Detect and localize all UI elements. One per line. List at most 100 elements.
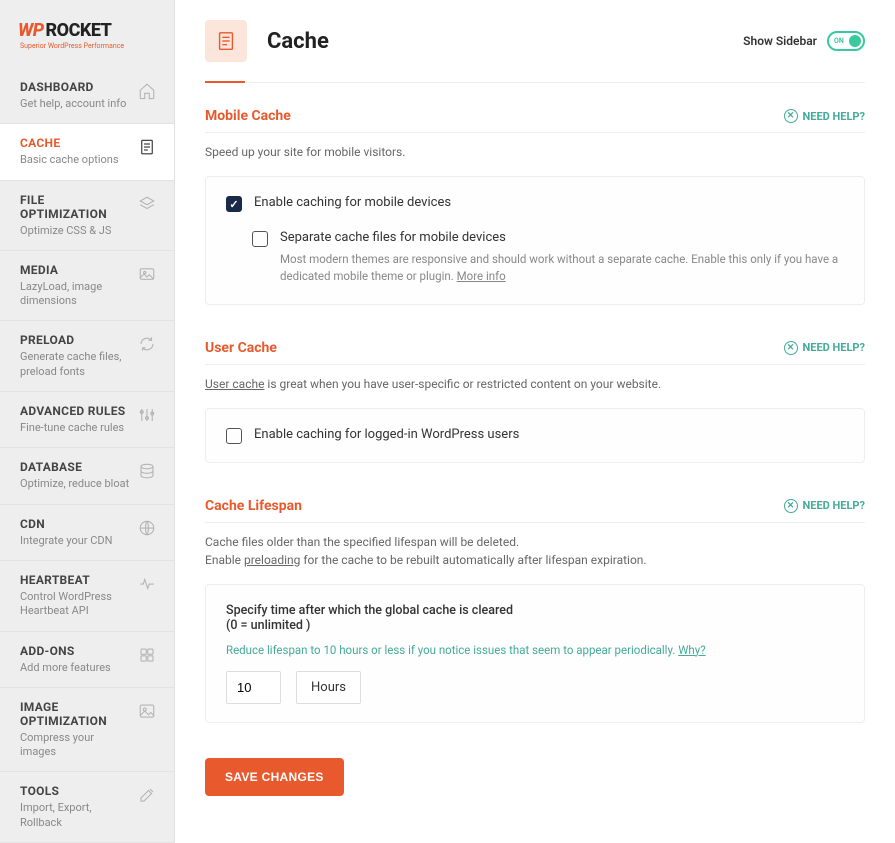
mobile-panel: Enable caching for mobile devices Separa… xyxy=(205,176,865,305)
mobile-cache-label[interactable]: Enable caching for mobile devices xyxy=(254,195,844,210)
nav-title: CDN xyxy=(20,517,132,531)
refresh-icon xyxy=(138,335,156,353)
nav-item-image-optimization[interactable]: IMAGE OPTIMIZATION Compress your images xyxy=(0,688,174,773)
save-changes-button[interactable]: SAVE CHANGES xyxy=(205,758,344,796)
section-mobile-cache: Mobile Cache ✕ NEED HELP? Speed up your … xyxy=(205,108,865,305)
more-info-link[interactable]: More info xyxy=(457,269,506,283)
home-icon xyxy=(138,82,156,100)
user-desc: User cache is great when you have user-s… xyxy=(205,375,865,393)
database-icon xyxy=(138,462,156,480)
help-text: NEED HELP? xyxy=(803,341,866,354)
help-link-lifespan[interactable]: ✕ NEED HELP? xyxy=(784,499,866,513)
show-sidebar-wrap: Show Sidebar ON xyxy=(743,31,865,51)
document-icon xyxy=(215,30,237,52)
preloading-link[interactable]: preloading xyxy=(244,553,300,567)
toggle-on-label: ON xyxy=(834,37,844,45)
show-sidebar-label: Show Sidebar xyxy=(743,34,817,48)
section-cache-lifespan: Cache Lifespan ✕ NEED HELP? Cache files … xyxy=(205,498,865,723)
checkbox-mobile-cache[interactable] xyxy=(226,196,242,212)
help-icon: ✕ xyxy=(784,341,798,355)
page-title: Cache xyxy=(267,29,329,54)
nav-subtitle: Compress your images xyxy=(20,731,132,760)
nav-title: ADD-ONS xyxy=(20,644,132,658)
separate-cache-label[interactable]: Separate cache files for mobile devices xyxy=(280,230,844,245)
lifespan-panel: Specify time after which the global cach… xyxy=(205,584,865,723)
nav-subtitle: Optimize, reduce bloat xyxy=(20,477,132,491)
nav-item-media[interactable]: MEDIA LazyLoad, image dimensions xyxy=(0,251,174,322)
help-link-user[interactable]: ✕ NEED HELP? xyxy=(784,341,866,355)
nav-title: DATABASE xyxy=(20,460,132,474)
checkbox-separate-cache[interactable] xyxy=(252,231,268,247)
lifespan-desc: Cache files older than the specified lif… xyxy=(205,533,865,569)
nav-subtitle: LazyLoad, image dimensions xyxy=(20,280,132,309)
nav-subtitle: Control WordPress Heartbeat API xyxy=(20,590,132,619)
nav-subtitle: Get help, account info xyxy=(20,97,132,111)
nav-title: ADVANCED RULES xyxy=(20,404,132,418)
separate-cache-desc: Most modern themes are responsive and sh… xyxy=(280,251,844,286)
help-text: NEED HELP? xyxy=(803,110,866,123)
heartbeat-icon xyxy=(138,575,156,593)
sidebar: WPROCKET Superior WordPress Performance … xyxy=(0,0,175,843)
nav-subtitle: Add more features xyxy=(20,661,132,675)
cdn-icon xyxy=(138,519,156,537)
media-icon xyxy=(138,265,156,283)
lifespan-unit-select[interactable]: Hours xyxy=(296,671,361,704)
logo-rocket: ROCKET xyxy=(46,20,112,41)
user-cache-label[interactable]: Enable caching for logged-in WordPress u… xyxy=(254,427,844,442)
nav-subtitle: Optimize CSS & JS xyxy=(20,224,132,238)
nav-item-advanced-rules[interactable]: ADVANCED RULES Fine-tune cache rules xyxy=(0,392,174,448)
help-icon: ✕ xyxy=(784,109,798,123)
user-panel: Enable caching for logged-in WordPress u… xyxy=(205,408,865,463)
nav-item-file-optimization[interactable]: FILE OPTIMIZATION Optimize CSS & JS xyxy=(0,181,174,251)
nav-title: MEDIA xyxy=(20,263,132,277)
mobile-cache-title: Mobile Cache xyxy=(205,108,291,124)
layers-icon xyxy=(138,195,156,213)
nav-subtitle: Fine-tune cache rules xyxy=(20,421,132,435)
nav-item-cdn[interactable]: CDN Integrate your CDN xyxy=(0,505,174,561)
main-content: Cache Show Sidebar ON Mobile Cache ✕ NEE… xyxy=(175,0,895,843)
nav-subtitle: Import, Export, Rollback xyxy=(20,801,132,830)
doc-icon xyxy=(138,138,156,156)
addons-icon xyxy=(138,646,156,664)
user-cache-link[interactable]: User cache xyxy=(205,377,264,391)
nav-item-heartbeat[interactable]: HEARTBEAT Control WordPress Heartbeat AP… xyxy=(0,561,174,632)
help-link-mobile[interactable]: ✕ NEED HELP? xyxy=(784,109,866,123)
image-icon xyxy=(138,702,156,720)
nav-item-add-ons[interactable]: ADD-ONS Add more features xyxy=(0,632,174,688)
nav-subtitle: Integrate your CDN xyxy=(20,534,132,548)
lifespan-title: Cache Lifespan xyxy=(205,498,302,514)
nav-subtitle: Generate cache files, preload fonts xyxy=(20,350,132,379)
nav-title: TOOLS xyxy=(20,784,132,798)
lifespan-spec2: (0 = unlimited ) xyxy=(226,618,844,633)
nav-title: IMAGE OPTIMIZATION xyxy=(20,700,132,728)
show-sidebar-toggle[interactable]: ON xyxy=(827,31,865,51)
mobile-desc: Speed up your site for mobile visitors. xyxy=(205,143,865,161)
tools-icon xyxy=(138,786,156,804)
sliders-icon xyxy=(138,406,156,424)
lifespan-value-input[interactable] xyxy=(226,671,281,704)
nav-item-preload[interactable]: PRELOAD Generate cache files, preload fo… xyxy=(0,321,174,392)
nav-item-dashboard[interactable]: DASHBOARD Get help, account info xyxy=(0,68,174,124)
lifespan-spec: Specify time after which the global cach… xyxy=(226,603,844,618)
lifespan-tip: Reduce lifespan to 10 hours or less if y… xyxy=(226,643,844,657)
page-icon xyxy=(205,20,247,62)
nav-title: HEARTBEAT xyxy=(20,573,132,587)
nav-title: DASHBOARD xyxy=(20,80,132,94)
nav-title: CACHE xyxy=(20,136,132,150)
nav-item-tools[interactable]: TOOLS Import, Export, Rollback xyxy=(0,772,174,843)
nav-item-database[interactable]: DATABASE Optimize, reduce bloat xyxy=(0,448,174,504)
page-header: Cache Show Sidebar ON xyxy=(205,20,865,83)
nav-title: PRELOAD xyxy=(20,333,132,347)
nav-subtitle: Basic cache options xyxy=(20,153,132,167)
help-icon: ✕ xyxy=(784,499,798,513)
section-user-cache: User Cache ✕ NEED HELP? User cache is gr… xyxy=(205,340,865,463)
logo: WPROCKET Superior WordPress Performance xyxy=(0,0,174,68)
checkbox-user-cache[interactable] xyxy=(226,428,242,444)
nav-title: FILE OPTIMIZATION xyxy=(20,193,132,221)
why-link[interactable]: Why? xyxy=(678,643,705,657)
help-text: NEED HELP? xyxy=(803,499,866,512)
logo-tagline: Superior WordPress Performance xyxy=(20,42,124,50)
logo-wp: WP xyxy=(18,20,44,41)
user-cache-title: User Cache xyxy=(205,340,277,356)
nav-item-cache[interactable]: CACHE Basic cache options xyxy=(0,124,174,180)
